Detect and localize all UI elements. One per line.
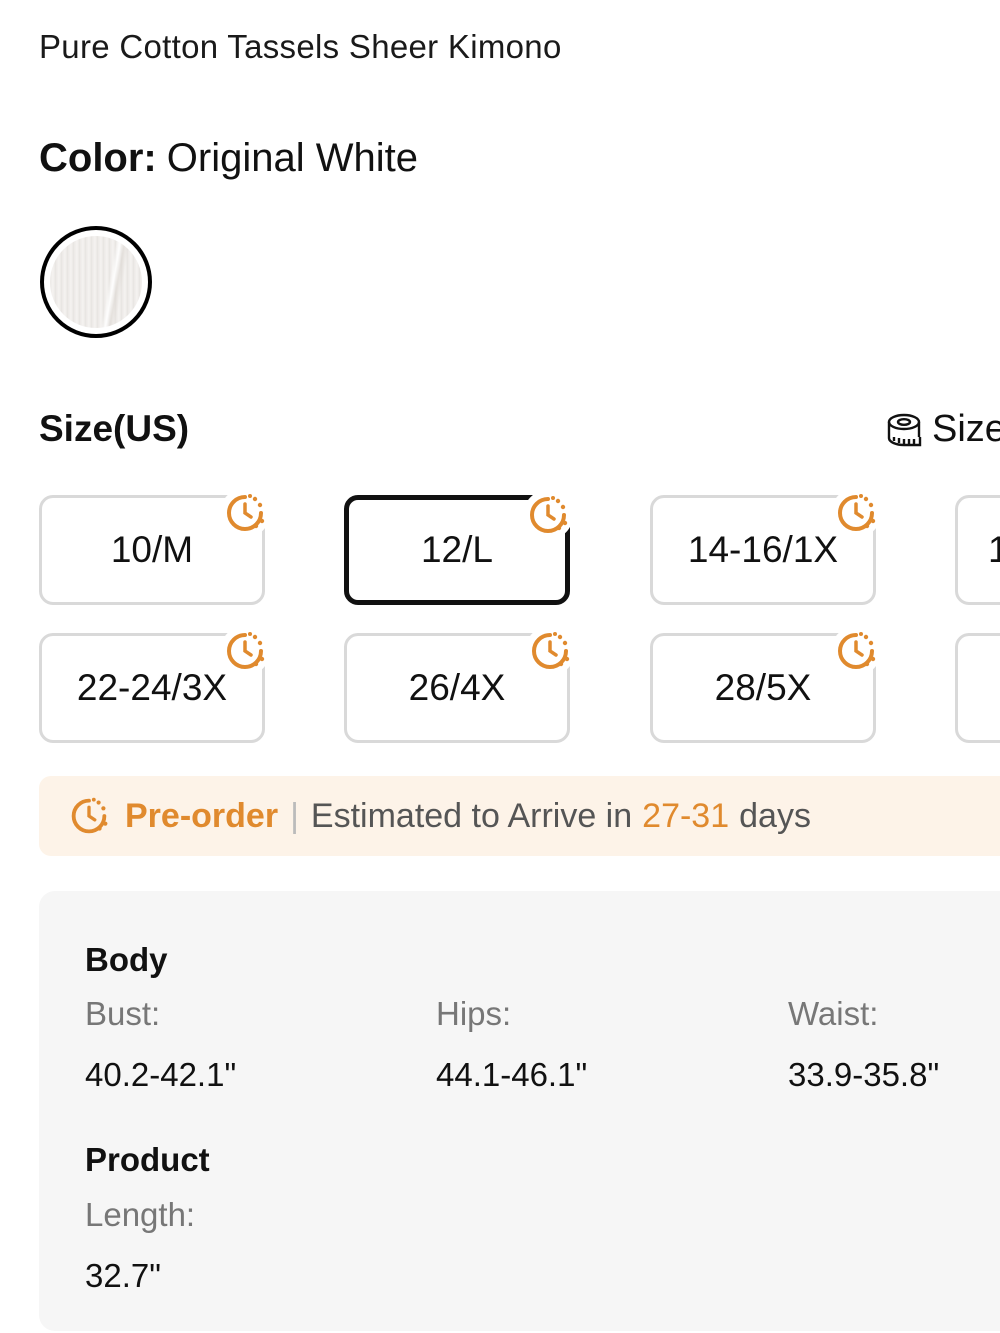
size-option-28-5x[interactable]: 28/5X bbox=[650, 626, 881, 743]
size-guide-link[interactable]: Size bbox=[884, 408, 1000, 451]
size-option-14-16-1x[interactable]: 14-16/1X bbox=[650, 488, 881, 605]
measurement-panel: Body Bust: 40.2-42.1" Hips: 44.1-46.1" W… bbox=[39, 891, 1000, 1331]
product-heading: Product bbox=[85, 1141, 210, 1178]
body-heading: Body bbox=[85, 941, 168, 978]
size-option-label: 22-24/3X bbox=[76, 667, 228, 708]
preorder-unit: days bbox=[739, 796, 811, 835]
preorder-clock-icon bbox=[525, 626, 575, 676]
preorder-clock-icon bbox=[523, 490, 573, 540]
size-option-22-24-3x[interactable]: 22-24/3X bbox=[39, 626, 270, 743]
preorder-clock-icon bbox=[831, 626, 881, 676]
color-selection-label: Color: Original White bbox=[39, 136, 418, 181]
size-option-partial[interactable]: 1 bbox=[955, 495, 1000, 605]
size-option-26-4x[interactable]: 26/4X bbox=[344, 626, 575, 743]
product-options-page: Pure Cotton Tassels Sheer Kimono Color: O… bbox=[0, 0, 1000, 1333]
size-option-12-l[interactable]: 12/L bbox=[344, 490, 573, 605]
length-label: Length: bbox=[85, 1196, 196, 1233]
product-title: Pure Cotton Tassels Sheer Kimono bbox=[39, 28, 562, 65]
color-swatch-original-white[interactable] bbox=[40, 226, 152, 338]
bust-value: 40.2-42.1" bbox=[85, 1056, 237, 1093]
measuring-tape-icon bbox=[887, 413, 922, 446]
preorder-label: Pre-order bbox=[125, 796, 279, 835]
preorder-day-range: 27-31 bbox=[642, 796, 730, 835]
size-guide-label: Size bbox=[932, 408, 1000, 450]
color-label: Color: bbox=[39, 136, 157, 180]
size-option-10-m[interactable]: 10/M bbox=[39, 488, 270, 605]
size-option-label: 14-16/1X bbox=[687, 529, 839, 570]
waist-label: Waist: bbox=[788, 995, 879, 1032]
waist-value: 33.9-35.8" bbox=[788, 1056, 940, 1093]
size-option-label: 26/4X bbox=[408, 667, 506, 708]
preorder-clock-icon bbox=[220, 488, 270, 538]
size-option-label: 28/5X bbox=[714, 667, 812, 708]
hips-label: Hips: bbox=[436, 995, 512, 1032]
hips-value: 44.1-46.1" bbox=[436, 1056, 588, 1093]
bust-label: Bust: bbox=[85, 995, 161, 1032]
preorder-clock-icon bbox=[71, 797, 108, 834]
preorder-banner: Pre-order | Estimated to Arrive in 27-31… bbox=[39, 776, 1000, 856]
preorder-clock-icon bbox=[831, 488, 881, 538]
size-option-label: 1 bbox=[988, 529, 1000, 570]
size-option-label: 12/L bbox=[420, 529, 493, 570]
size-option-label: 10/M bbox=[110, 529, 194, 570]
swatch-image bbox=[50, 236, 142, 328]
preorder-text: Estimated to Arrive in bbox=[310, 796, 633, 835]
preorder-separator: | bbox=[290, 796, 299, 835]
size-option-partial[interactable] bbox=[955, 633, 1000, 743]
length-value: 32.7" bbox=[85, 1257, 161, 1294]
preorder-clock-icon bbox=[220, 626, 270, 676]
size-heading: Size(US) bbox=[39, 408, 190, 449]
color-value: Original White bbox=[166, 136, 418, 180]
